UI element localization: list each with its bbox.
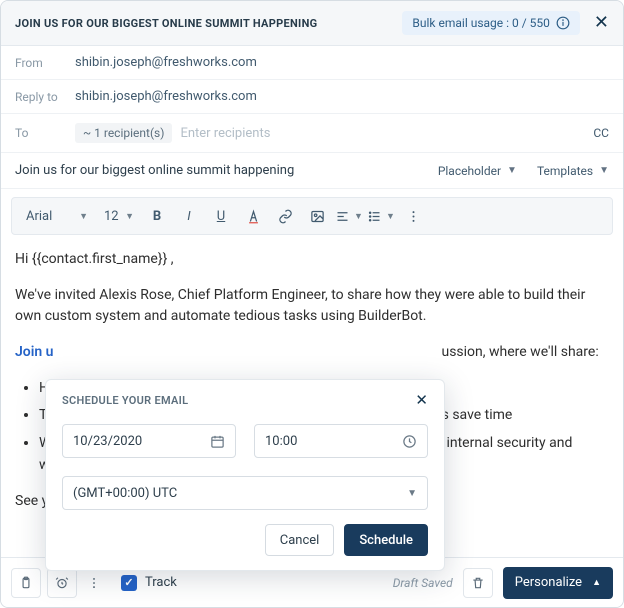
track-checkbox[interactable] — [121, 575, 137, 591]
cancel-button[interactable]: Cancel — [265, 524, 335, 556]
list-button[interactable]: ▼ — [366, 202, 396, 230]
reply-to-value: shibin.joseph@freshworks.com — [75, 89, 257, 104]
chevron-down-icon: ▼ — [386, 211, 395, 222]
font-size: 12 — [104, 209, 119, 224]
more-icon — [406, 209, 421, 224]
image-button[interactable] — [302, 202, 332, 230]
delete-button[interactable] — [463, 568, 493, 598]
placeholder-dropdown[interactable]: Placeholder ▼ — [438, 164, 517, 178]
link-button[interactable] — [270, 202, 300, 230]
track-label: Track — [145, 575, 177, 590]
from-label: From — [15, 56, 75, 70]
bulk-email-composer: JOIN US FOR OUR BIGGEST ONLINE SUMMIT HA… — [0, 0, 624, 608]
time-value: 10:00 — [265, 434, 297, 449]
personalize-label: Personalize — [515, 575, 582, 590]
from-value: shibin.joseph@freshworks.com — [75, 55, 257, 70]
more-icon — [87, 576, 101, 590]
to-label: To — [15, 126, 75, 140]
editor-toolbar: Arial ▼ 12 ▼ B I U ▼ — [11, 197, 613, 235]
chevron-down-icon: ▼ — [599, 165, 609, 176]
info-icon[interactable] — [556, 16, 570, 30]
calendar-icon — [210, 434, 225, 449]
font-name: Arial — [26, 209, 52, 224]
more-options-button[interactable] — [83, 568, 105, 598]
templates-dd-label: Templates — [537, 164, 593, 178]
bulk-email-usage-pill: Bulk email usage : 0 / 550 — [402, 11, 579, 35]
placeholder-dd-label: Placeholder — [438, 164, 501, 178]
trash-icon — [471, 576, 485, 590]
close-icon[interactable]: ✕ — [594, 14, 609, 32]
personalize-button[interactable]: Personalize ▲ — [503, 567, 613, 599]
clipboard-icon — [19, 576, 33, 590]
chevron-down-icon: ▼ — [354, 211, 363, 222]
font-size-select[interactable]: 12 ▼ — [98, 202, 140, 230]
join-link[interactable]: Join u — [15, 344, 53, 360]
chevron-down-icon: ▼ — [407, 488, 417, 499]
chevron-down-icon: ▼ — [79, 211, 88, 222]
close-icon[interactable]: ✕ — [415, 393, 428, 408]
chevron-down-icon: ▼ — [507, 165, 517, 176]
align-button[interactable]: ▼ — [334, 202, 364, 230]
schedule-email-popover: SCHEDULE YOUR EMAIL ✕ 10/23/2020 10:00 (… — [45, 379, 445, 571]
more-button[interactable] — [398, 202, 428, 230]
subject-row: Join us for our biggest online summit ha… — [1, 153, 623, 189]
para2-visible-tail: ussion, where we'll share: — [441, 344, 598, 360]
recipient-count-pill[interactable]: ~ 1 recipient(s) — [75, 123, 172, 143]
reply-to-row: Reply to shibin.joseph@freshworks.com — [1, 80, 623, 114]
text-color-icon — [246, 209, 261, 224]
cc-button[interactable]: CC — [593, 126, 609, 140]
underline-button[interactable]: U — [206, 202, 236, 230]
body-greeting: Hi {{contact.first_name}} , — [15, 249, 609, 271]
to-row[interactable]: To ~ 1 recipient(s) Enter recipients CC — [1, 114, 623, 153]
list-icon — [367, 209, 382, 224]
chevron-up-icon: ▲ — [592, 577, 601, 588]
alarm-clock-icon — [55, 576, 69, 590]
chevron-down-icon: ▼ — [125, 211, 134, 222]
timezone-value: (GMT+00:00) UTC — [73, 486, 177, 501]
schedule-time-input[interactable]: 10:00 — [254, 424, 428, 458]
draft-saved-text: Draft Saved — [393, 576, 453, 590]
recipients-input[interactable]: Enter recipients — [180, 126, 270, 141]
clipboard-button[interactable] — [11, 568, 41, 598]
italic-button[interactable]: I — [174, 202, 204, 230]
from-row: From shibin.joseph@freshworks.com — [1, 46, 623, 80]
align-icon — [335, 209, 350, 224]
templates-dropdown[interactable]: Templates ▼ — [537, 164, 609, 178]
body-para2: Join u ussion, where we'll share: — [15, 342, 609, 364]
schedule-trigger-button[interactable] — [47, 568, 77, 598]
clock-icon — [402, 434, 417, 449]
schedule-date-input[interactable]: 10/23/2020 — [62, 424, 236, 458]
reply-to-label: Reply to — [15, 90, 75, 104]
body-para1: We've invited Alexis Rose, Chief Platfor… — [15, 285, 609, 328]
font-family-select[interactable]: Arial ▼ — [18, 202, 96, 230]
header-title: JOIN US FOR OUR BIGGEST ONLINE SUMMIT HA… — [15, 17, 317, 30]
schedule-button[interactable]: Schedule — [344, 524, 428, 556]
composer-header: JOIN US FOR OUR BIGGEST ONLINE SUMMIT HA… — [1, 1, 623, 46]
usage-text: Bulk email usage : 0 / 550 — [412, 16, 549, 30]
schedule-timezone-select[interactable]: (GMT+00:00) UTC ▼ — [62, 476, 428, 510]
subject-input[interactable]: Join us for our biggest online summit ha… — [15, 163, 418, 178]
schedule-title: SCHEDULE YOUR EMAIL — [62, 394, 188, 407]
text-color-button[interactable] — [238, 202, 268, 230]
date-value: 10/23/2020 — [73, 434, 142, 449]
image-icon — [310, 209, 325, 224]
link-icon — [278, 209, 293, 224]
bold-button[interactable]: B — [142, 202, 172, 230]
